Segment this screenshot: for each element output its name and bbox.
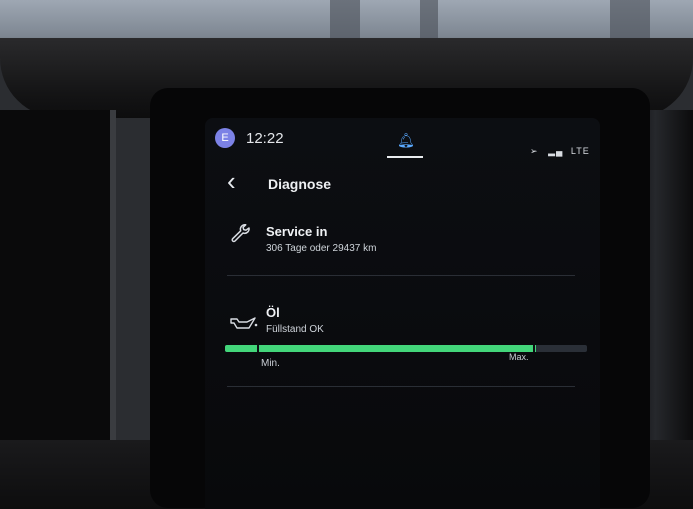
oil-title: Öl [266,305,280,320]
status-icons: ➢ ▂▄ LTE [530,146,590,157]
tab-indicator [387,156,423,158]
chevron-left-icon: ‹ [227,166,236,196]
status-bar: E 12:22 🔔︎ ➢ ▂▄ LTE [205,118,600,162]
divider [227,386,575,387]
notifications-tab[interactable]: 🔔︎ [387,128,423,158]
oil-status: Füllstand OK [266,324,324,335]
oil-level-bar [225,345,587,352]
min-label: Min. [261,358,280,369]
service-title: Service in [266,224,328,239]
oil-level-fill [225,345,537,352]
signal-icon: ▂▄ [548,146,564,156]
clock: 12:22 [246,130,284,147]
wrench-icon [231,224,250,243]
back-button[interactable]: ‹ [227,168,236,194]
network-type: LTE [570,146,590,156]
oil-row[interactable]: Öl Füllstand OK [221,301,581,387]
navigation-arrow-icon: ➢ [530,146,539,156]
bell-icon: 🔔︎ [397,132,415,148]
service-detail: 306 Tage oder 29437 km [266,243,377,254]
user-avatar[interactable]: E [215,128,235,148]
min-marker [257,345,259,352]
max-label: Max. [509,352,529,362]
service-row[interactable]: Service in 306 Tage oder 29437 km [221,218,581,276]
divider [227,275,575,276]
max-marker [533,345,535,352]
infotainment-screen: E 12:22 🔔︎ ➢ ▂▄ LTE ‹ Diagnose Service i… [205,118,600,509]
oil-can-icon [230,317,258,329]
page-title: Diagnose [268,176,332,192]
air-vent [0,110,116,450]
